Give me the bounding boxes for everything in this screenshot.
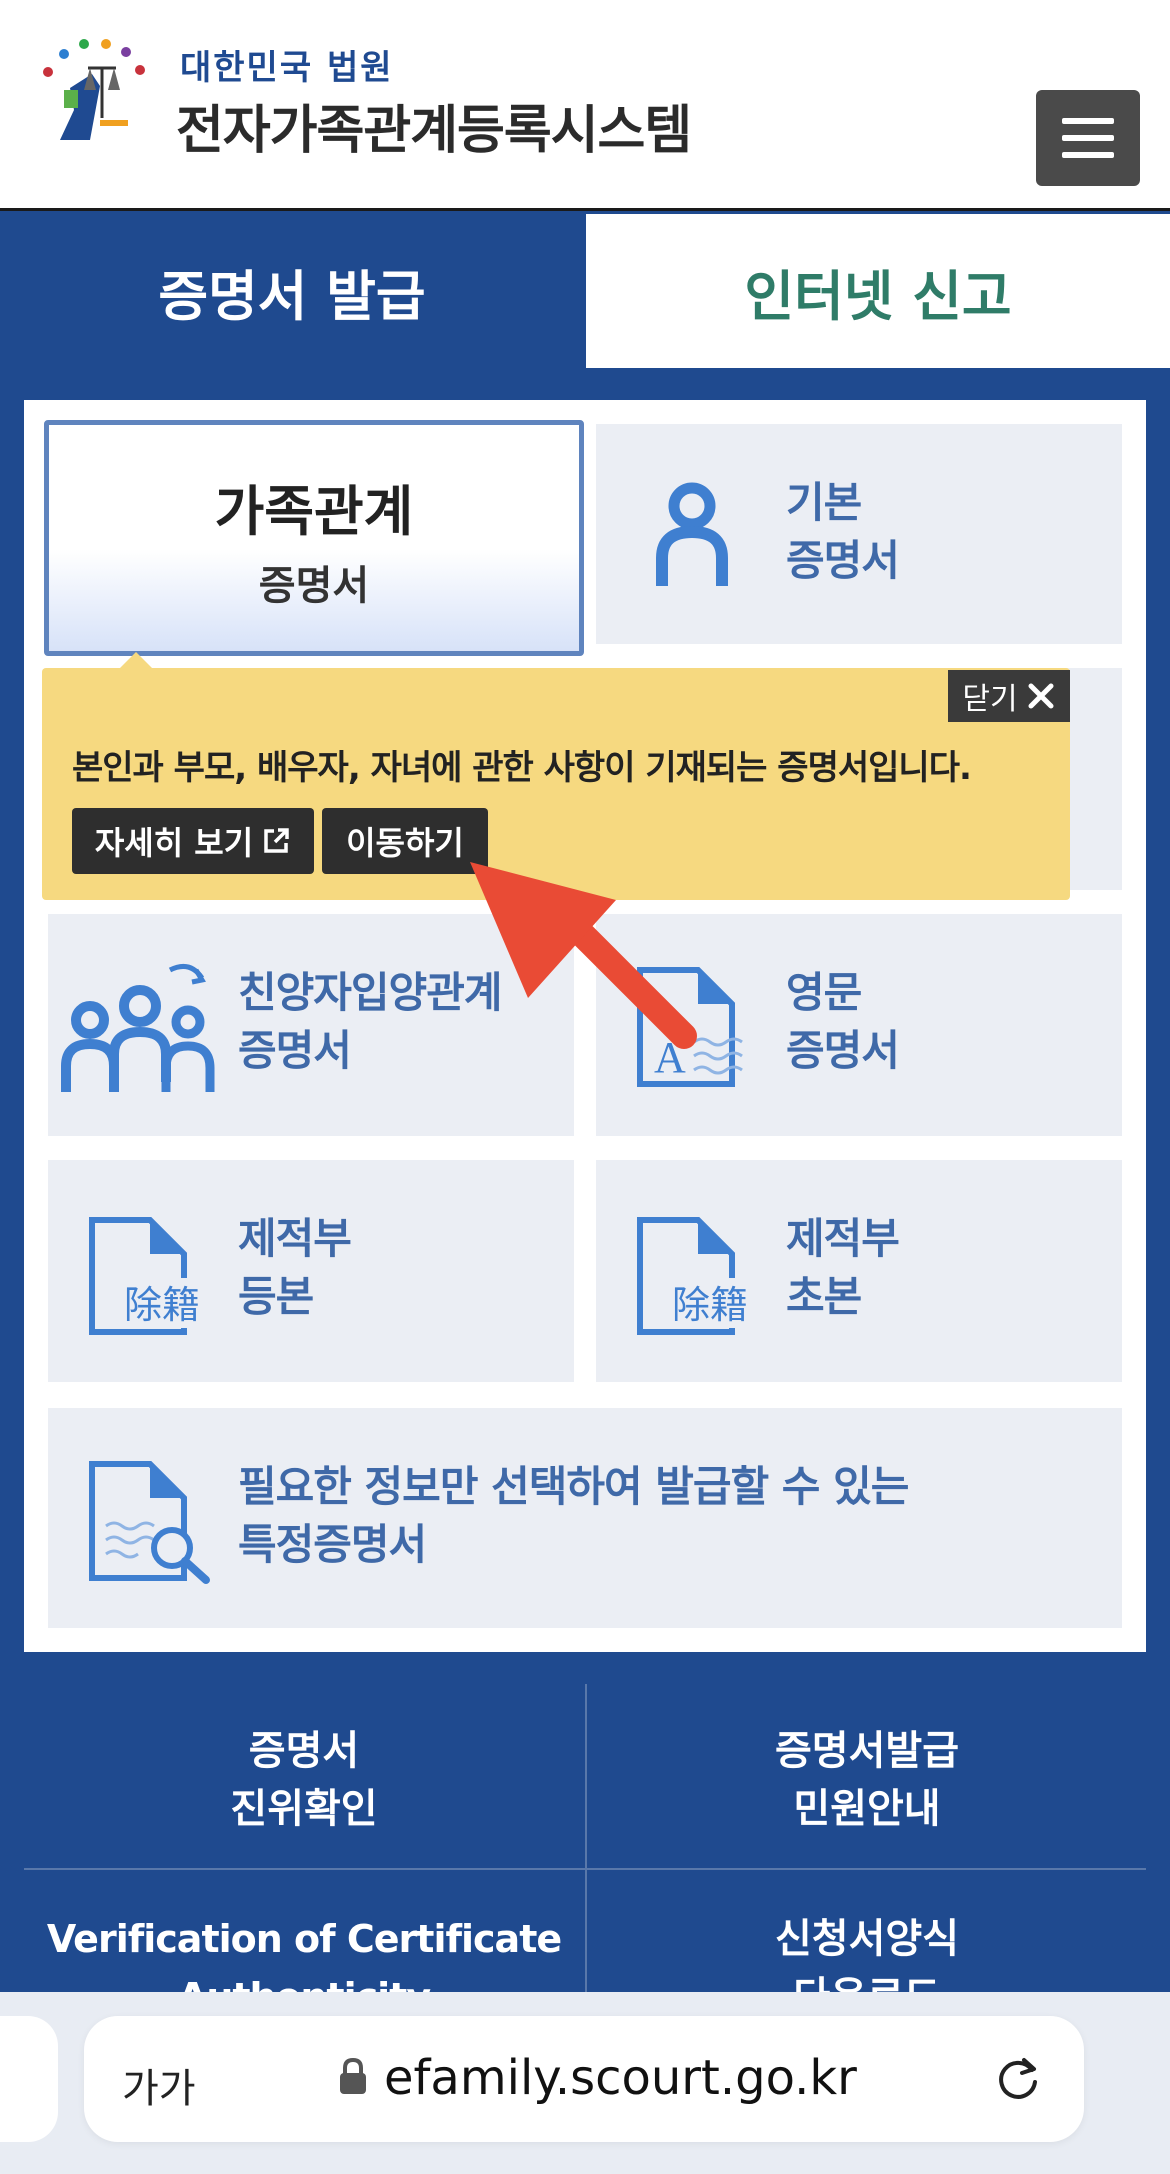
card-family-relation-certificate[interactable]: 가족관계 증명서: [44, 420, 584, 656]
family-group-icon: [60, 960, 220, 1104]
card-label: 필요한 정보만 선택하여 발급할 수 있는 특정증명서: [238, 1458, 909, 1574]
link-issue-guide[interactable]: 증명서발급 민원안내: [588, 1722, 1146, 1838]
removed-register-document-icon: 除籍: [636, 1216, 766, 1340]
card-label: 제적부 등본: [238, 1210, 352, 1326]
org-name: 대한민국 법원: [180, 48, 394, 88]
card-label-line1: 필요한 정보만 선택하여 발급할 수 있는: [238, 1462, 909, 1511]
card-specific-certificate[interactable]: 필요한 정보만 선택하여 발급할 수 있는 특정증명서: [48, 1408, 1122, 1628]
card-label-line1: 친양자입양관계: [238, 968, 502, 1017]
card-label: 친양자입양관계 증명서: [238, 964, 502, 1080]
close-label: 닫기: [962, 682, 1018, 717]
card-label-line1: 기본: [786, 478, 862, 527]
footer-horizontal-divider: [24, 1868, 1146, 1870]
tab-internet-report[interactable]: 인터넷 신고: [586, 214, 1170, 368]
card-label-line2: 증명서: [238, 1026, 352, 1075]
text-size-button[interactable]: 가가: [122, 2056, 196, 2114]
document-search-icon: [88, 1460, 218, 1588]
link-line1: 신청서양식: [775, 1916, 959, 1962]
hamburger-menu-button[interactable]: [1036, 90, 1140, 186]
english-document-icon: A: [636, 966, 756, 1092]
reload-icon[interactable]: [992, 2052, 1044, 2108]
site-header: 대한민국 법원 전자가족관계등록시스템: [0, 0, 1170, 210]
card-label: 제적부 초본: [786, 1210, 900, 1326]
hamburger-icon: [1062, 118, 1114, 124]
svg-text:除籍: 除籍: [672, 1283, 748, 1327]
footer-vertical-divider: [585, 1684, 587, 1994]
lock-icon: [338, 2056, 368, 2100]
hamburger-icon-bar: [1062, 152, 1114, 158]
link-line2: 진위확인: [230, 1786, 378, 1832]
go-to-button[interactable]: 이동하기: [322, 808, 488, 874]
system-title[interactable]: 전자가족관계등록시스템: [176, 88, 692, 163]
link-line2: 민원안내: [793, 1786, 941, 1832]
card-basic-certificate[interactable]: 기본 증명서: [596, 424, 1122, 644]
card-label-line1: 제적부: [238, 1214, 352, 1263]
link-line1: 증명서: [248, 1728, 360, 1774]
card-removed-register-full-copy[interactable]: 除籍 제적부 등본: [48, 1160, 574, 1382]
card-label: 영문 증명서: [786, 964, 900, 1080]
card-label-line2: 초본: [786, 1272, 862, 1321]
card-subtitle: 증명서: [258, 563, 370, 609]
certificate-tooltip: 닫기 본인과 부모, 배우자, 자녀에 관한 사항이 기재되는 증명서입니다. …: [42, 668, 1070, 900]
url-text: efamily.scourt.go.kr: [384, 2050, 857, 2106]
person-icon: [654, 482, 730, 590]
link-line1: 증명서발급: [775, 1728, 959, 1774]
tooltip-description: 본인과 부모, 배우자, 자녀에 관한 사항이 기재되는 증명서입니다.: [72, 748, 972, 788]
detail-view-label: 자세히 보기: [94, 824, 254, 862]
link-line1: Verification of Certificate: [46, 1917, 562, 1961]
card-english-certificate[interactable]: A 영문 증명서: [596, 914, 1122, 1136]
card-adoption-certificate[interactable]: 친양자입양관계 증명서: [48, 914, 574, 1136]
close-icon: [1028, 683, 1054, 709]
card-label-line2: 증명서: [786, 536, 900, 585]
hamburger-icon-bar: [1062, 135, 1114, 141]
tooltip-close-button[interactable]: 닫기: [948, 670, 1070, 722]
card-title: 가족관계: [214, 480, 414, 543]
card-label-line1: 영문: [786, 968, 862, 1017]
court-emblem-logo[interactable]: [30, 28, 158, 156]
browser-toolbar: 가가 efamily.scourt.go.kr: [0, 1992, 1170, 2174]
card-label-line2: 증명서: [786, 1026, 900, 1075]
card-label-line1: 제적부: [786, 1214, 900, 1263]
previous-tab-edge[interactable]: [0, 2016, 58, 2142]
card-label-line2: 특정증명서: [238, 1520, 427, 1569]
card-label: 기본 증명서: [786, 474, 900, 590]
detail-view-button[interactable]: 자세히 보기: [72, 808, 314, 874]
removed-register-document-icon: 除籍: [88, 1216, 218, 1340]
tab-certificate-issue[interactable]: 증명서 발급: [0, 214, 584, 368]
address-bar[interactable]: 가가 efamily.scourt.go.kr: [84, 2016, 1084, 2142]
svg-text:除籍: 除籍: [124, 1283, 200, 1327]
external-link-icon: [264, 828, 289, 853]
card-removed-register-partial-copy[interactable]: 除籍 제적부 초본: [596, 1160, 1122, 1382]
link-certificate-verification[interactable]: 증명서 진위확인: [24, 1722, 584, 1838]
svg-text:A: A: [654, 1033, 686, 1082]
card-label-line2: 등본: [238, 1272, 314, 1321]
